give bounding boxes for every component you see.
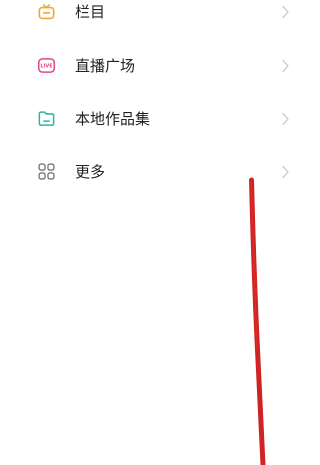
menu-item-label: 本地作品集 — [75, 110, 151, 128]
svg-text:LIVE: LIVE — [40, 64, 52, 70]
chevron-right-icon — [282, 112, 289, 126]
menu-item-label: 更多 — [75, 163, 106, 181]
menu-item-more[interactable]: 更多 — [0, 152, 302, 192]
chevron-right-icon — [282, 59, 289, 73]
chevron-right-icon — [282, 5, 289, 19]
menu-item-local-works[interactable]: 本地作品集 — [0, 99, 302, 139]
menu-item-live-plaza[interactable]: LIVE 直播广场 — [0, 46, 302, 86]
settings-menu-screen: 栏目 LIVE 直播广场 本地作品集 更多 — [0, 0, 302, 465]
live-icon: LIVE — [37, 58, 56, 73]
folder-icon — [38, 111, 55, 126]
chevron-right-icon — [282, 165, 289, 179]
menu-item-label: 直播广场 — [75, 57, 136, 75]
grid-more-icon — [38, 163, 55, 180]
tv-column-icon — [38, 4, 55, 20]
menu-item-column[interactable]: 栏目 — [0, 0, 302, 32]
menu-item-label: 栏目 — [75, 3, 106, 21]
